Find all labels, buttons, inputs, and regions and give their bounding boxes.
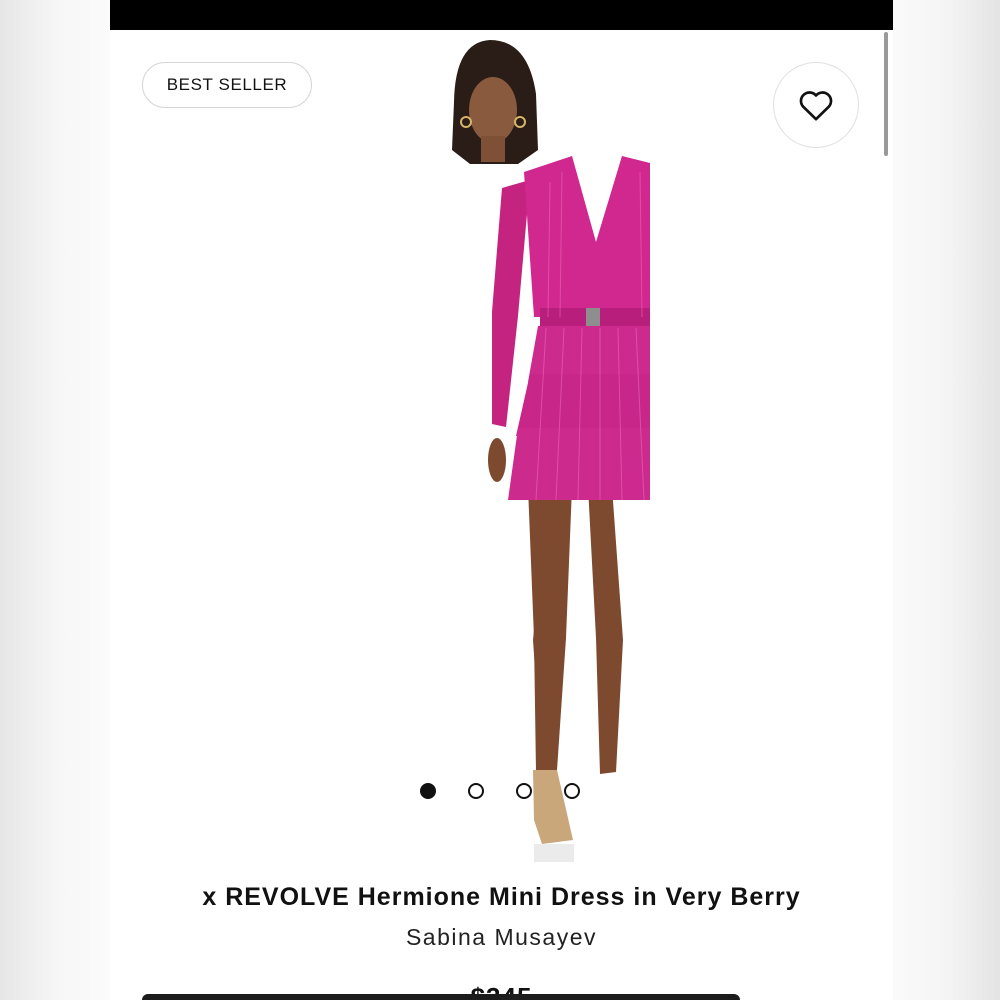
- favorite-button[interactable]: [773, 62, 859, 148]
- carousel-dot-2[interactable]: [468, 783, 484, 799]
- top-bar: [110, 0, 893, 30]
- carousel-dot-4[interactable]: [564, 783, 580, 799]
- carousel-dot-1[interactable]: [420, 783, 436, 799]
- best-seller-badge: BEST SELLER: [142, 62, 312, 108]
- scrollbar-thumb[interactable]: [884, 32, 888, 156]
- scrollbar[interactable]: [881, 30, 891, 160]
- product-image[interactable]: [350, 32, 650, 867]
- product-brand[interactable]: Sabina Musayev: [110, 924, 893, 951]
- image-carousel-dots: [420, 783, 580, 799]
- product-title: x REVOLVE Hermione Mini Dress in Very Be…: [202, 883, 801, 911]
- heart-icon: [799, 91, 833, 121]
- product-page: BEST SELLER x REVOLVE Hermione Mini Dres…: [110, 0, 893, 1000]
- bottom-overlay-bar: [142, 994, 740, 1000]
- carousel-dot-3[interactable]: [516, 783, 532, 799]
